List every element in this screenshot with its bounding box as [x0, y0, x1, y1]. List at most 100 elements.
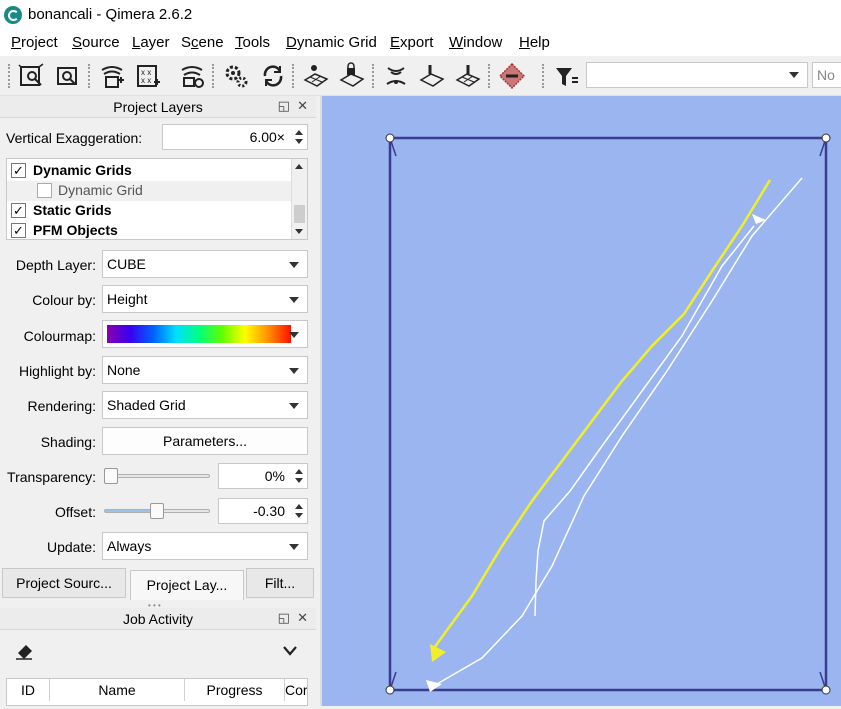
colourmap-select[interactable]: [102, 320, 308, 348]
shading-parameters-button[interactable]: Parameters...: [102, 427, 308, 455]
offset-slider-handle[interactable]: [150, 503, 164, 519]
spin-down-icon[interactable]: [295, 139, 303, 144]
chevron-down-icon: [289, 544, 299, 550]
menu-scene[interactable]: Scene: [181, 34, 224, 51]
title-bar: bonancali - Qimera 2.6.2: [0, 0, 841, 30]
offset-spinbox[interactable]: -0.30: [218, 498, 308, 524]
transparency-label: Transparency:: [7, 469, 96, 485]
open-project-icon[interactable]: [54, 62, 82, 90]
close-icon[interactable]: ✕: [297, 610, 308, 625]
menu-export[interactable]: Export: [390, 34, 433, 51]
tab-project-sources[interactable]: Project Sourc...: [2, 568, 126, 598]
checkbox-checked-icon[interactable]: ✓: [11, 223, 26, 238]
toolbar-grip[interactable]: [542, 64, 546, 88]
new-project-icon[interactable]: [18, 62, 46, 90]
menu-tools[interactable]: Tools: [235, 34, 270, 51]
tab-filters[interactable]: Filt...: [246, 568, 314, 598]
scene-viewport[interactable]: [322, 96, 841, 706]
vertical-exaggeration-spinbox[interactable]: 6.00×: [162, 124, 308, 150]
vertical-exaggeration-value: 6.00×: [249, 129, 285, 145]
scroll-up-icon[interactable]: [295, 164, 303, 169]
swath-edit-icon[interactable]: [418, 62, 446, 90]
column-header-progress[interactable]: Progress: [185, 679, 285, 701]
grid-surface-icon[interactable]: [302, 62, 330, 90]
colour-by-label: Colour by:: [32, 292, 96, 308]
menu-bar: Project Source Layer Scene Tools Dynamic…: [0, 30, 841, 56]
tree-scrollbar[interactable]: [291, 159, 307, 239]
toolbar-combo-secondary[interactable]: No: [812, 62, 841, 88]
lock-grid-icon[interactable]: [338, 62, 366, 90]
float-panel-icon[interactable]: ◱: [278, 610, 290, 625]
reload-source-icon[interactable]: [178, 62, 206, 90]
spin-up-icon[interactable]: [295, 469, 303, 474]
scroll-thumb[interactable]: [294, 205, 305, 223]
update-select[interactable]: Always: [102, 532, 308, 560]
checkbox-checked-icon[interactable]: ✓: [11, 203, 26, 218]
transparency-slider[interactable]: [104, 474, 210, 478]
menu-help[interactable]: Help: [519, 34, 550, 51]
add-points-icon[interactable]: x xx x: [134, 62, 162, 90]
colour-by-select[interactable]: Height: [102, 285, 308, 313]
window-title: bonancali - Qimera 2.6.2: [28, 6, 193, 23]
column-header-cor[interactable]: Cor: [285, 679, 307, 701]
chevron-down-icon: [289, 297, 299, 303]
rendering-select[interactable]: Shaded Grid: [102, 391, 308, 419]
refresh-icon[interactable]: [259, 62, 287, 90]
tab-project-layers[interactable]: Project Lay...: [130, 570, 244, 600]
toolbar-grip[interactable]: [488, 64, 492, 88]
transparency-spinbox[interactable]: 0%: [218, 463, 308, 489]
project-layers-title: Project Layers: [113, 99, 203, 115]
add-source-icon[interactable]: [98, 62, 126, 90]
highlight-by-select[interactable]: None: [102, 356, 308, 384]
spin-up-icon[interactable]: [295, 130, 303, 135]
tree-item-dynamic-grids[interactable]: ✓ Dynamic Grids: [7, 161, 291, 181]
colourmap-swatch: [107, 325, 291, 343]
chevron-down-icon[interactable]: [282, 644, 298, 656]
transparency-slider-handle[interactable]: [104, 468, 118, 484]
rendering-value: Shaded Grid: [107, 397, 186, 413]
surface-edit-icon[interactable]: [454, 62, 482, 90]
spin-down-icon[interactable]: [295, 478, 303, 483]
toolbar-combo[interactable]: [586, 62, 808, 88]
column-header-id[interactable]: ID: [7, 679, 50, 701]
sonar-ping-icon[interactable]: [382, 62, 410, 90]
job-activity-table: ID Name Progress Cor: [6, 678, 308, 706]
menu-project[interactable]: Project: [11, 34, 58, 51]
toolbar-grip[interactable]: [372, 64, 376, 88]
menu-source[interactable]: Source: [72, 34, 120, 51]
checkbox-unchecked-icon[interactable]: [37, 183, 52, 198]
spin-up-icon[interactable]: [295, 504, 303, 509]
vertical-exaggeration-label: Vertical Exaggeration:: [6, 130, 143, 146]
tree-item-dynamic-grid[interactable]: Dynamic Grid: [7, 181, 291, 201]
transparency-value: 0%: [264, 468, 285, 484]
scroll-down-icon[interactable]: [295, 229, 303, 234]
close-icon[interactable]: ✕: [297, 98, 308, 113]
offset-label: Offset:: [55, 504, 96, 520]
shading-label: Shading:: [40, 434, 96, 450]
toolbar-grip[interactable]: [8, 64, 12, 88]
toolbar-grip[interactable]: [212, 64, 216, 88]
process-gears-icon[interactable]: [222, 62, 250, 90]
tree-item-pfm-objects[interactable]: ✓ PFM Objects: [7, 221, 291, 241]
menu-dynamic-grid[interactable]: Dynamic Grid: [286, 34, 377, 51]
offset-value: -0.30: [253, 503, 285, 519]
filter-icon[interactable]: [552, 62, 580, 90]
update-value: Always: [107, 538, 152, 554]
toolbar-grip[interactable]: [88, 64, 92, 88]
checkbox-checked-icon[interactable]: ✓: [11, 163, 26, 178]
menu-layer[interactable]: Layer: [132, 34, 170, 51]
project-layers-header: Project Layers ◱ ✕: [0, 96, 316, 118]
colour-by-value: Height: [107, 291, 148, 307]
tree-item-static-grids[interactable]: ✓ Static Grids: [7, 201, 291, 221]
menu-window[interactable]: Window: [449, 34, 502, 51]
area-select-icon[interactable]: [498, 62, 526, 90]
toolbar-grip[interactable]: [292, 64, 296, 88]
float-panel-icon[interactable]: ◱: [278, 98, 290, 113]
column-header-name[interactable]: Name: [50, 679, 185, 701]
scene-canvas[interactable]: [322, 96, 841, 706]
eraser-icon[interactable]: [14, 641, 36, 661]
spin-down-icon[interactable]: [295, 513, 303, 518]
depth-layer-select[interactable]: CUBE: [102, 250, 308, 278]
highlight-by-label: Highlight by:: [18, 363, 96, 379]
chevron-down-icon: [289, 368, 299, 374]
